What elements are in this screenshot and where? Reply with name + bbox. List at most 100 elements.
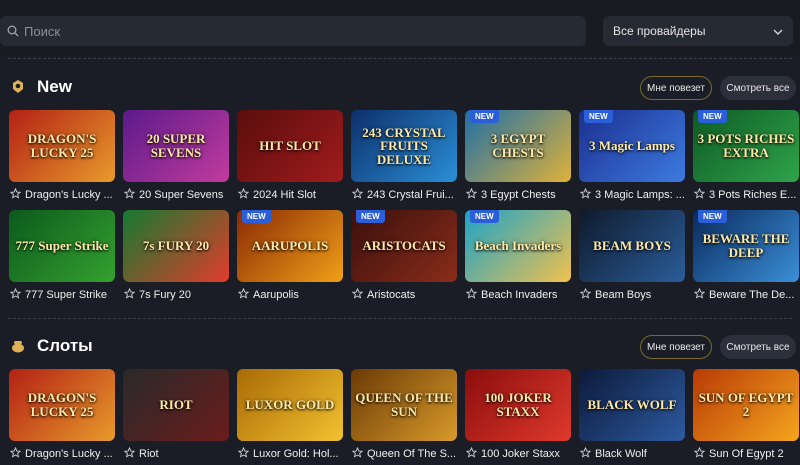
game-name[interactable]: 100 Joker Staxx xyxy=(481,448,560,460)
game-name[interactable]: Aristocats xyxy=(367,289,415,301)
section-header-new: New Мне повезет Смотреть все xyxy=(0,76,800,100)
game-tile[interactable]: 243 CRYSTAL FRUITS DELUXE xyxy=(351,110,457,182)
game-name-row: 7s Fury 20 xyxy=(124,288,234,302)
star-icon[interactable] xyxy=(10,188,22,202)
game-name[interactable]: Queen Of The S... xyxy=(367,448,456,460)
game-tile[interactable]: BEWARE THE DEEP NEW xyxy=(693,210,799,282)
game-thumbnail: 243 CRYSTAL FRUITS DELUXE xyxy=(351,110,457,182)
star-icon[interactable] xyxy=(10,288,22,302)
new-badge: NEW xyxy=(470,210,499,223)
game-name-row: Beam Boys xyxy=(580,288,690,302)
new-badge: NEW xyxy=(698,110,727,123)
game-thumbnail: 20 SUPER SEVENS xyxy=(123,110,229,182)
game-name[interactable]: 3 Egypt Chests xyxy=(481,189,556,201)
star-icon[interactable] xyxy=(580,447,592,461)
section-header-slots: Слоты Мне повезет Смотреть все xyxy=(0,335,800,359)
star-icon[interactable] xyxy=(352,288,364,302)
game-name-row: 2024 Hit Slot xyxy=(238,188,348,202)
game-thumbnail: 777 Super Strike xyxy=(9,210,115,282)
game-name[interactable]: 243 Crystal Frui... xyxy=(367,189,454,201)
star-icon[interactable] xyxy=(352,447,364,461)
game-name-row: 777 Super Strike xyxy=(10,288,120,302)
game-name-row: 100 Joker Staxx xyxy=(466,447,576,461)
chevron-down-icon xyxy=(773,24,783,38)
game-name[interactable]: Dragon's Lucky ... xyxy=(25,189,113,201)
game-thumbnail: QUEEN OF THE SUN xyxy=(351,369,457,441)
feeling-lucky-button[interactable]: Мне повезет xyxy=(640,76,712,100)
game-thumbnail: BEAM BOYS xyxy=(579,210,685,282)
game-name[interactable]: Beam Boys xyxy=(595,289,651,301)
game-tile[interactable]: 777 Super Strike xyxy=(9,210,115,282)
game-thumbnail: 7s FURY 20 xyxy=(123,210,229,282)
game-name[interactable]: Luxor Gold: Hol... xyxy=(253,448,339,460)
star-icon[interactable] xyxy=(238,188,250,202)
game-name[interactable]: Sun Of Egypt 2 xyxy=(709,448,784,460)
see-all-button[interactable]: Смотреть все xyxy=(720,76,796,100)
top-bar: Все провайдеры xyxy=(0,0,800,56)
game-name-row: Beware The De... xyxy=(694,288,800,302)
game-tile[interactable]: 100 JOKER STAXX xyxy=(465,369,571,441)
game-tile[interactable]: DRAGON'S LUCKY 25 xyxy=(9,110,115,182)
game-thumbnail: HIT SLOT xyxy=(237,110,343,182)
search-input[interactable] xyxy=(24,23,586,39)
game-tile[interactable]: 3 EGYPT CHESTS NEW xyxy=(465,110,571,182)
star-icon[interactable] xyxy=(238,447,250,461)
star-icon[interactable] xyxy=(466,447,478,461)
game-tile[interactable]: 20 SUPER SEVENS xyxy=(123,110,229,182)
game-tile[interactable]: BEAM BOYS xyxy=(579,210,685,282)
sticker-icon xyxy=(10,79,26,95)
game-tile[interactable]: Beach Invaders NEW xyxy=(465,210,571,282)
game-name[interactable]: Riot xyxy=(139,448,159,460)
game-thumbnail: DRAGON'S LUCKY 25 xyxy=(9,369,115,441)
game-name[interactable]: 20 Super Sevens xyxy=(139,189,223,201)
star-icon[interactable] xyxy=(466,188,478,202)
game-tile[interactable]: QUEEN OF THE SUN xyxy=(351,369,457,441)
game-name[interactable]: Beware The De... xyxy=(709,289,794,301)
star-icon[interactable] xyxy=(694,447,706,461)
game-name-row: Luxor Gold: Hol... xyxy=(238,447,348,461)
game-tile[interactable]: 7s FURY 20 xyxy=(123,210,229,282)
star-icon[interactable] xyxy=(352,188,364,202)
provider-select[interactable]: Все провайдеры xyxy=(603,16,793,46)
game-thumbnail: LUXOR GOLD xyxy=(237,369,343,441)
game-name[interactable]: Beach Invaders xyxy=(481,289,557,301)
game-name[interactable]: Black Wolf xyxy=(595,448,647,460)
game-tile[interactable]: ARISTOCATS NEW xyxy=(351,210,457,282)
star-icon[interactable] xyxy=(580,188,592,202)
game-tile[interactable]: BLACK WOLF xyxy=(579,369,685,441)
game-name[interactable]: 2024 Hit Slot xyxy=(253,189,316,201)
game-name[interactable]: 3 Magic Lamps: ... xyxy=(595,189,685,201)
star-icon[interactable] xyxy=(466,288,478,302)
game-tile[interactable]: 3 Magic Lamps NEW xyxy=(579,110,685,182)
game-name[interactable]: 3 Pots Riches E... xyxy=(709,189,796,201)
game-name-row: Queen Of The S... xyxy=(352,447,462,461)
star-icon[interactable] xyxy=(124,447,136,461)
star-icon[interactable] xyxy=(694,288,706,302)
game-tile[interactable]: DRAGON'S LUCKY 25 xyxy=(9,369,115,441)
game-thumbnail: RIOT xyxy=(123,369,229,441)
game-tile[interactable]: HIT SLOT xyxy=(237,110,343,182)
new-badge: NEW xyxy=(584,110,613,123)
new-badge: NEW xyxy=(356,210,385,223)
game-name[interactable]: Aarupolis xyxy=(253,289,299,301)
star-icon[interactable] xyxy=(238,288,250,302)
game-name-row: 20 Super Sevens xyxy=(124,188,234,202)
game-tile[interactable]: 3 POTS RICHES EXTRA NEW xyxy=(693,110,799,182)
star-icon[interactable] xyxy=(580,288,592,302)
star-icon[interactable] xyxy=(694,188,706,202)
star-icon[interactable] xyxy=(124,288,136,302)
game-name[interactable]: 7s Fury 20 xyxy=(139,289,191,301)
star-icon[interactable] xyxy=(124,188,136,202)
game-tile[interactable]: LUXOR GOLD xyxy=(237,369,343,441)
search-box[interactable] xyxy=(0,16,586,46)
feeling-lucky-button[interactable]: Мне повезет xyxy=(640,335,712,359)
game-name-row: Aarupolis xyxy=(238,288,348,302)
game-tile[interactable]: SUN OF EGYPT 2 xyxy=(693,369,799,441)
see-all-button[interactable]: Смотреть все xyxy=(720,335,796,359)
game-name[interactable]: 777 Super Strike xyxy=(25,289,107,301)
game-name[interactable]: Dragon's Lucky ... xyxy=(25,448,113,460)
section-title: New xyxy=(37,77,72,96)
star-icon[interactable] xyxy=(10,447,22,461)
game-tile[interactable]: AARUPOLIS NEW xyxy=(237,210,343,282)
game-tile[interactable]: RIOT xyxy=(123,369,229,441)
